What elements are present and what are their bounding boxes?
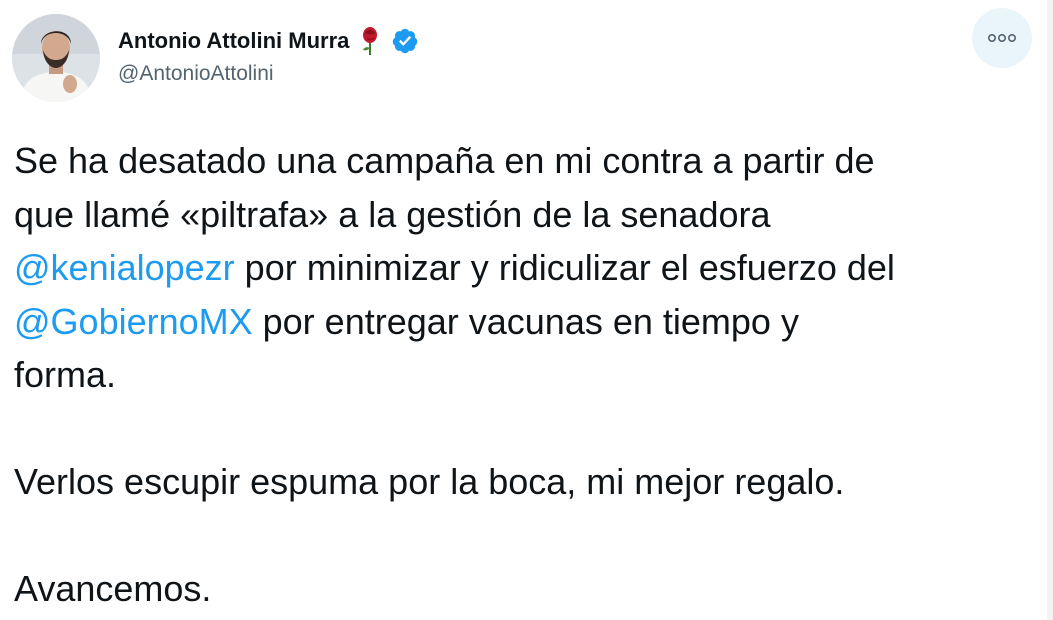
tweet-line: @GobiernoMX por entregar vacunas en tiem… (14, 295, 1034, 349)
tweet-text: Se ha desatado una campaña en mi contra … (14, 134, 1034, 616)
tweet-line: Se ha desatado una campaña en mi contra … (14, 140, 875, 181)
tweet-paragraph: Verlos escupir espuma por la boca, mi me… (14, 461, 845, 502)
author-name-row: Antonio Attolini Murra (118, 26, 419, 56)
tweet-line: que llamé «piltrafa» a la gestión de la … (14, 193, 771, 235)
tweet-line: forma. (14, 354, 117, 395)
rose-icon (359, 26, 381, 56)
verified-badge-icon (391, 27, 419, 55)
more-options-button[interactable] (972, 8, 1032, 68)
tweet-line: @kenialopezr por minimizar y ridiculizar… (14, 241, 1034, 295)
profile-photo-icon (12, 14, 100, 102)
tweet-text-fragment: por entregar vacunas en tiempo y (252, 300, 799, 342)
author-display-name[interactable]: Antonio Attolini Murra (118, 28, 349, 54)
scroll-edge (1047, 0, 1053, 620)
tweet-text-fragment: por minimizar y ridiculizar el esfuerzo … (234, 247, 895, 288)
more-options-icon (987, 33, 1016, 43)
mention-link[interactable]: @kenialopezr (14, 247, 235, 288)
tweet-card: Antonio Attolini Murra @AntonioAttolini (0, 0, 1053, 620)
mention-link[interactable]: @GobiernoMX (14, 301, 253, 342)
tweet-paragraph: Avancemos. (14, 568, 212, 609)
avatar[interactable] (12, 14, 100, 102)
author-handle[interactable]: @AntonioAttolini (118, 62, 274, 86)
